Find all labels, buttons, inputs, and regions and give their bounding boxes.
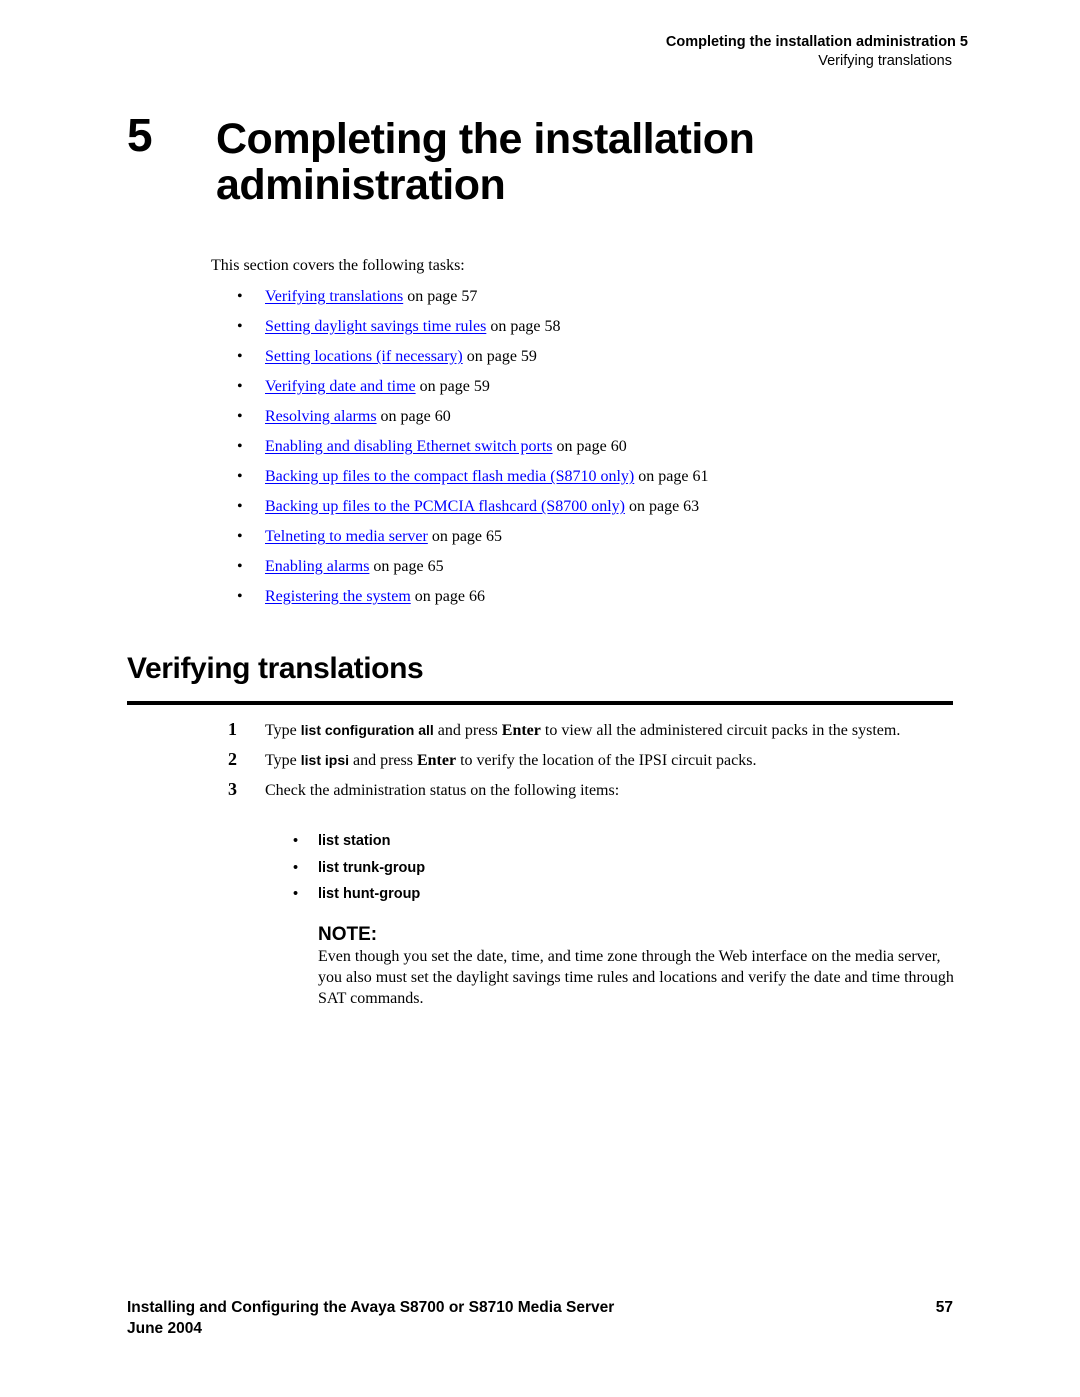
- intro-text: This section covers the following tasks:: [211, 257, 465, 274]
- step-number: 1: [228, 719, 237, 739]
- task-item: • Setting daylight savings time rules on …: [237, 316, 708, 346]
- bullet-icon: •: [237, 528, 243, 545]
- note-text: Even though you set the date, time, and …: [318, 948, 954, 1007]
- task-page-ref: on page 63: [624, 498, 700, 515]
- running-header-title: Completing the installation administrati…: [665, 34, 968, 50]
- command-text: list hunt-group: [318, 886, 421, 902]
- task-link[interactable]: Verifying date and time: [265, 378, 416, 395]
- bullet-icon: •: [237, 588, 243, 605]
- task-item: • Backing up files to the PCMCIA flashcar…: [237, 496, 708, 526]
- command-text: list station: [318, 833, 391, 849]
- bullet-icon: •: [237, 558, 243, 575]
- task-link[interactable]: Registering the system: [265, 588, 411, 605]
- task-link[interactable]: Resolving alarms: [265, 408, 377, 425]
- bullet-icon: •: [237, 378, 243, 395]
- task-page-ref: on page 65: [427, 528, 503, 545]
- task-link[interactable]: Backing up files to the compact flash me…: [265, 468, 634, 485]
- task-link[interactable]: Setting daylight savings time rules: [265, 318, 486, 335]
- bullet-icon: •: [237, 438, 243, 455]
- task-page-ref: on page 59: [415, 378, 490, 395]
- task-item: • Enabling and disabling Ethernet switch …: [237, 436, 708, 466]
- bullet-icon: •: [237, 468, 243, 485]
- task-link[interactable]: Verifying translations: [265, 288, 403, 305]
- task-page-ref: on page 57: [403, 288, 478, 305]
- task-page-ref: on page 60: [376, 408, 451, 425]
- chapter-number: 5: [127, 109, 153, 161]
- step-number: 3: [228, 779, 237, 799]
- footer-title: Installing and Configuring the Avaya S87…: [127, 1299, 615, 1316]
- bullet-icon: •: [293, 886, 299, 902]
- task-item: • Setting locations (if necessary) on pag…: [237, 346, 708, 376]
- task-page-ref: on page 66: [410, 588, 485, 605]
- task-item: • Verifying translations on page 57: [237, 286, 708, 316]
- section-divider: [127, 701, 953, 705]
- command-item: • list trunk-group: [293, 858, 425, 885]
- bullet-icon: •: [237, 318, 243, 335]
- task-item: • Resolving alarms on page 60: [237, 406, 708, 436]
- bullet-icon: •: [237, 288, 243, 305]
- key-name: Enter: [416, 752, 457, 769]
- task-link[interactable]: Telneting to media server: [265, 528, 428, 545]
- step-number: 2: [228, 749, 237, 769]
- step-text: Check the administration status on the f…: [265, 782, 620, 799]
- note-label: NOTE:: [318, 924, 378, 945]
- command-text: list configuration all: [300, 722, 434, 738]
- task-item: • Telneting to media server on page 65: [237, 526, 708, 556]
- command-text: list trunk-group: [318, 859, 426, 876]
- bullet-icon: •: [237, 498, 243, 515]
- task-page-ref: on page 60: [552, 438, 627, 455]
- task-item: • Verifying date and time on page 59: [237, 376, 708, 406]
- step-text: Type: [265, 752, 301, 769]
- command-item: • list station: [293, 831, 425, 858]
- command-item: • list hunt-group: [293, 884, 425, 911]
- page-number: 57: [935, 1299, 953, 1316]
- command-text: list ipsi: [300, 752, 349, 768]
- task-link[interactable]: Enabling and disabling Ethernet switch p…: [265, 438, 553, 455]
- step-text: to view all the administered circuit pac…: [540, 722, 901, 739]
- bullet-icon: •: [293, 859, 299, 876]
- task-page-ref: on page 58: [486, 318, 561, 335]
- task-link[interactable]: Backing up files to the PCMCIA flashcard…: [265, 498, 625, 515]
- task-item: • Registering the system on page 66: [237, 586, 708, 616]
- step-list: 1 Type list configuration all and press …: [228, 719, 953, 810]
- key-name: Enter: [501, 722, 541, 739]
- page-footer: Installing and Configuring the Avaya S87…: [127, 1297, 953, 1339]
- chapter-title: Completing the installation administrati…: [216, 115, 755, 209]
- task-item: • Enabling alarms on page 65: [237, 556, 708, 586]
- task-link[interactable]: Setting locations (if necessary): [265, 348, 463, 365]
- command-list: • list station • list trunk-group • list hu…: [293, 831, 425, 911]
- step-text: and press: [349, 752, 417, 769]
- step-text: Type: [265, 722, 301, 739]
- task-page-ref: on page 59: [462, 348, 537, 365]
- task-page-ref: on page 61: [634, 468, 709, 485]
- step-item: 3 Check the administration status on the…: [228, 779, 953, 801]
- task-item: • Backing up files to the compact flash m…: [237, 466, 708, 496]
- running-header: Completing the installation administrati…: [666, 33, 968, 71]
- task-page-ref: on page 65: [369, 558, 444, 575]
- step-item: 2 Type list ipsi and press Enter to veri…: [228, 749, 953, 771]
- step-item: 1 Type list configuration all and press …: [228, 719, 953, 741]
- task-list: • Verifying translations on page 57 • Sett…: [237, 286, 708, 616]
- step-text: to verify the location of the IPSI circu…: [456, 752, 757, 769]
- running-header-subtitle: Verifying translations: [818, 53, 952, 69]
- section-heading: Verifying translations: [127, 652, 424, 685]
- bullet-icon: •: [293, 833, 299, 849]
- bullet-icon: •: [237, 348, 243, 365]
- footer-date: June 2004: [127, 1320, 202, 1337]
- bullet-icon: •: [237, 408, 243, 425]
- task-link[interactable]: Enabling alarms: [265, 558, 369, 575]
- step-text: and press: [433, 722, 502, 739]
